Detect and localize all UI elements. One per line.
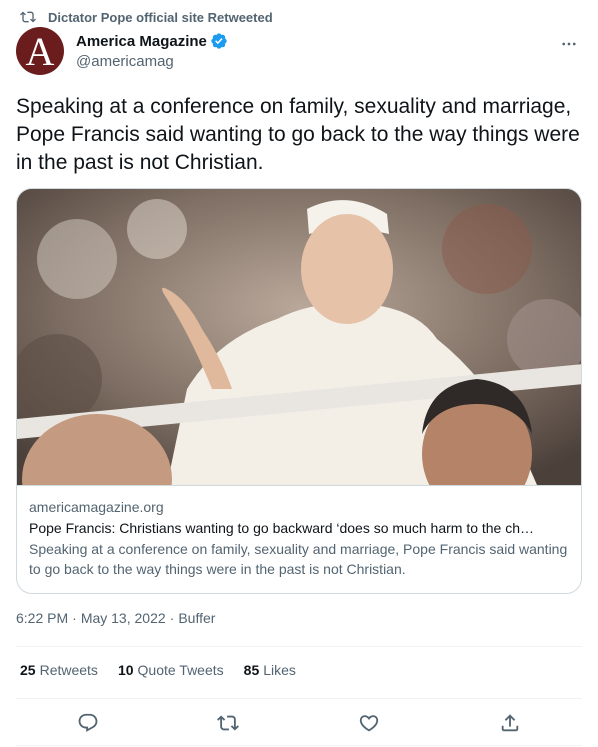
avatar-logo: A	[25, 29, 55, 74]
card-description: Speaking at a conference on family, sexu…	[29, 541, 568, 577]
card-domain: americamagazine.org	[29, 499, 164, 515]
heart-icon[interactable]	[358, 712, 380, 734]
link-card[interactable]: americamagazine.org Pope Francis: Christ…	[16, 188, 582, 594]
card-body[interactable]: americamagazine.org Pope Francis: Christ…	[17, 485, 581, 579]
reply-icon[interactable]	[77, 712, 99, 734]
more-options-icon[interactable]	[560, 35, 578, 53]
meta-separator: ·	[169, 610, 175, 626]
tweet-meta: 6:22 PM · May 13, 2022 · Buffer	[16, 610, 215, 626]
tweet-text: Speaking at a conference on family, sexu…	[16, 95, 580, 174]
avatar[interactable]: A	[16, 27, 64, 75]
retweets-label: Retweets	[39, 662, 98, 678]
author-handle[interactable]: @americamag	[76, 53, 174, 70]
tweet-source[interactable]: Buffer	[178, 610, 215, 626]
retweet-context-text: Dictator Pope official site Retweeted	[48, 9, 273, 25]
author-display-name[interactable]: America Magazine	[76, 33, 207, 50]
tweet-date[interactable]: May 13, 2022	[81, 610, 166, 626]
card-title: Pope Francis: Christians wanting to go b…	[29, 520, 535, 536]
quote-tweets-count: 10	[117, 662, 134, 678]
quote-tweets-stat[interactable]: 10 Quote Tweets	[118, 662, 224, 678]
author-name-row: America Magazine	[76, 32, 228, 50]
retweets-stat[interactable]: 25 Retweets	[20, 662, 98, 678]
card-image[interactable]	[17, 189, 581, 485]
divider	[16, 646, 582, 647]
share-icon[interactable]	[499, 712, 521, 734]
tweet-time[interactable]: 6:22 PM	[16, 610, 68, 626]
quote-tweets-label: Quote Tweets	[137, 662, 224, 678]
likes-stat[interactable]: 85 Likes	[244, 662, 296, 678]
card-photo	[17, 189, 581, 485]
likes-count: 85	[243, 662, 260, 678]
retweet-context[interactable]: Dictator Pope official site Retweeted	[20, 8, 273, 26]
likes-label: Likes	[263, 662, 296, 678]
retweet-icon	[20, 11, 36, 23]
tweet-stats: 25 Retweets 10 Quote Tweets 85 Likes	[20, 662, 296, 678]
tweet-author: A America Magazine @americamag	[16, 27, 582, 77]
meta-separator: ·	[72, 610, 77, 626]
divider	[16, 745, 582, 746]
verified-badge-icon	[211, 33, 227, 49]
retweet-icon[interactable]	[217, 712, 239, 734]
retweets-count: 25	[20, 662, 36, 678]
divider	[16, 698, 582, 699]
tweet-actions	[16, 708, 582, 738]
